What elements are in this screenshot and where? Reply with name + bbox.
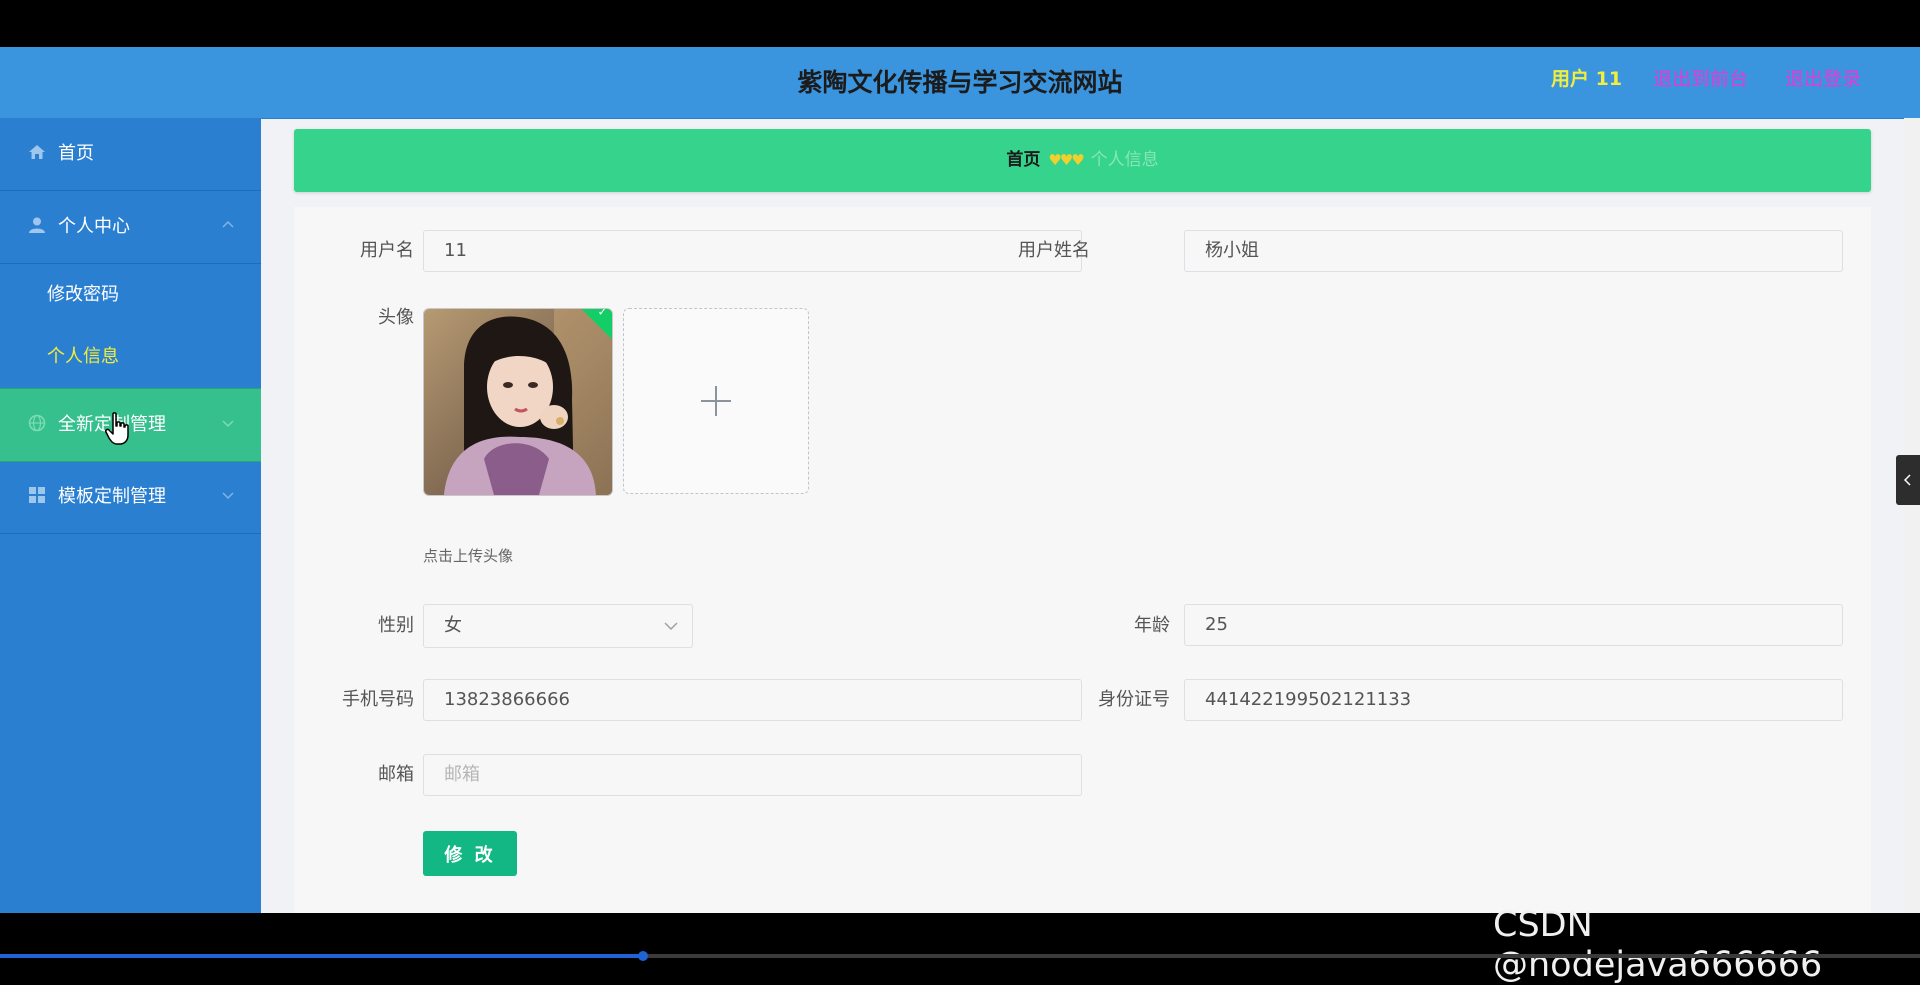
upload-tip: 点击上传头像 [423, 547, 514, 565]
page-scrollbar[interactable] [1904, 118, 1920, 913]
avatar-image [424, 309, 612, 495]
sidebar-subitem-change-password-label: 修改密码 [47, 284, 119, 305]
collapse-panel-button[interactable] [1896, 455, 1920, 505]
sidebar-item-template-custom-label: 模板定制管理 [58, 486, 166, 507]
back-to-front-link[interactable]: 退出到前台 [1653, 47, 1748, 111]
idcard-label: 身份证号 [1098, 689, 1170, 710]
email-input[interactable] [423, 754, 1082, 796]
submit-button[interactable]: 修 改 [423, 831, 517, 876]
username-label: 用户名 [360, 240, 414, 261]
check-icon: ✓ [597, 308, 608, 319]
main-content: 首页 ♥♥♥ 个人信息 用户名 用户姓名 头像 [294, 129, 1871, 913]
age-input[interactable] [1184, 604, 1843, 646]
video-progress-fill [0, 954, 644, 958]
site-title: 紫陶文化传播与学习交流网站 [797, 68, 1123, 97]
avatar-upload-button[interactable] [623, 308, 809, 494]
age-label: 年龄 [1134, 615, 1170, 636]
user-icon [29, 217, 45, 233]
top-header: 紫陶文化传播与学习交流网站 用户 11 退出到前台 退出登录 [0, 47, 1920, 119]
idcard-input[interactable] [1184, 679, 1843, 721]
gender-select[interactable]: 女 [423, 604, 693, 648]
sidebar-subitem-change-password[interactable]: 修改密码 [0, 264, 261, 326]
avatar-label: 头像 [378, 307, 414, 328]
phone-input[interactable] [423, 679, 1082, 721]
chevron-left-icon [1903, 474, 1911, 486]
app-window: 紫陶文化传播与学习交流网站 用户 11 退出到前台 退出登录 首页 个人中心 修… [0, 47, 1920, 913]
video-progress-bar[interactable] [0, 951, 1920, 961]
breadcrumb-home[interactable]: 首页 [1006, 150, 1040, 170]
logout-link[interactable]: 退出登录 [1785, 47, 1861, 111]
avatar[interactable]: ✓ [423, 308, 613, 496]
plus-icon [701, 386, 731, 416]
email-label: 邮箱 [378, 764, 414, 785]
profile-form: 用户名 用户姓名 头像 [294, 207, 1871, 913]
sidebar-item-home[interactable]: 首页 [0, 118, 261, 191]
sidebar-subitem-personal-info-label: 个人信息 [47, 346, 119, 367]
sidebar-item-personal-center[interactable]: 个人中心 [0, 191, 261, 264]
realname-input[interactable] [1184, 230, 1843, 272]
sidebar: 首页 个人中心 修改密码 个人信息 全新定制管理 模板定制管理 [0, 118, 261, 913]
globe-icon [28, 414, 46, 432]
chevron-down-icon [664, 622, 678, 631]
gender-select-value: 女 [444, 615, 462, 636]
realname-label: 用户姓名 [1018, 240, 1090, 261]
current-user-label: 用户 11 [1551, 68, 1623, 90]
sidebar-item-home-label: 首页 [58, 143, 94, 164]
chevron-down-icon [222, 420, 234, 428]
phone-label: 手机号码 [342, 689, 414, 710]
chevron-up-icon [222, 220, 234, 228]
home-icon [29, 145, 45, 159]
breadcrumb-current: 个人信息 [1090, 150, 1159, 170]
gender-label: 性别 [378, 615, 414, 636]
heart-separator-icon: ♥♥♥ [1048, 151, 1084, 169]
grid-icon [29, 487, 45, 503]
hand-cursor-icon [105, 412, 129, 445]
sidebar-item-template-custom[interactable]: 模板定制管理 [0, 461, 261, 534]
chevron-down-icon [222, 492, 234, 500]
breadcrumb: 首页 ♥♥♥ 个人信息 [294, 129, 1871, 192]
sidebar-subitem-personal-info[interactable]: 个人信息 [0, 326, 261, 388]
sidebar-item-personal-center-label: 个人中心 [58, 216, 130, 237]
watermark: CSDN @nodejava666666 [1493, 905, 1823, 985]
